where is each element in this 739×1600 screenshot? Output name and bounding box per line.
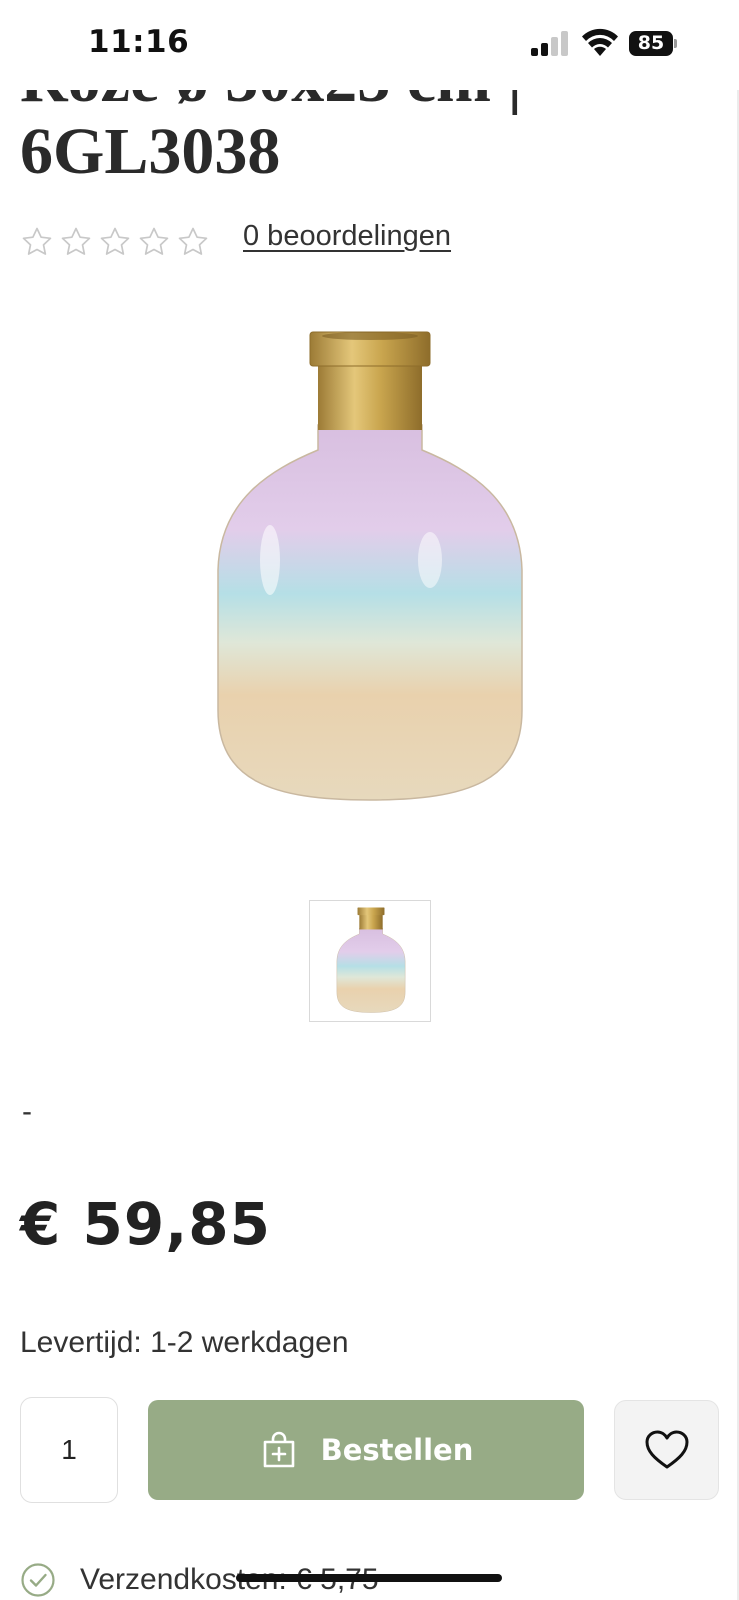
wifi-icon — [582, 28, 618, 56]
check-circle-icon — [21, 1563, 55, 1597]
vase-thumbnail — [336, 907, 406, 1013]
wishlist-button[interactable] — [614, 1400, 719, 1500]
rating-stars[interactable] — [20, 222, 210, 262]
star-empty-icon — [100, 227, 130, 255]
status-bar: 11:16 85 — [0, 0, 739, 90]
delivery-time: Levertijd: 1-2 werkdagen — [20, 1326, 349, 1359]
cellular-signal-icon — [531, 30, 571, 56]
order-button[interactable]: Bestellen — [148, 1400, 584, 1500]
vase-image[interactable] — [210, 330, 530, 820]
shopping-bag-plus-icon — [263, 1431, 294, 1468]
product-thumbnail[interactable] — [309, 900, 431, 1022]
product-price: € 59,85 — [20, 1190, 272, 1258]
status-time: 11:16 — [88, 24, 190, 60]
separator-dash: - — [22, 1095, 32, 1128]
product-title: 6GL3038 — [20, 115, 281, 188]
reviews-link[interactable]: 0 beoordelingen — [243, 220, 451, 253]
star-empty-icon — [61, 227, 91, 255]
star-empty-icon — [22, 227, 52, 255]
battery-icon: 85 — [629, 31, 677, 56]
star-empty-icon — [139, 227, 169, 255]
star-empty-icon — [178, 227, 208, 255]
heart-icon — [645, 1430, 688, 1469]
battery-level: 85 — [629, 31, 673, 56]
home-indicator[interactable] — [236, 1574, 502, 1582]
order-button-label: Bestellen — [320, 1433, 474, 1467]
quantity-input[interactable]: 1 — [20, 1397, 118, 1503]
